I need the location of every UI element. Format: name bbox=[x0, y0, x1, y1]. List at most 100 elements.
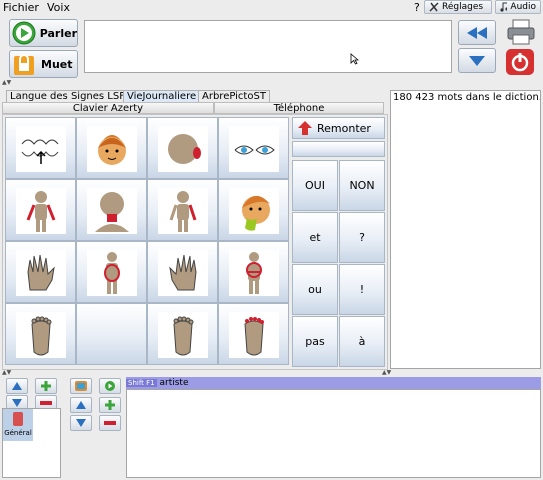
arrow-down-icon bbox=[12, 399, 22, 407]
word-button[interactable]: pas bbox=[292, 316, 338, 367]
mouse-cursor-icon bbox=[350, 53, 359, 65]
hand-left-icon bbox=[16, 250, 66, 296]
splitter-top[interactable]: ▲▼ bbox=[2, 80, 11, 86]
shortcut-list bbox=[126, 389, 541, 478]
rewind-button[interactable] bbox=[458, 20, 496, 45]
tab-bar: Langue des Signes LSF VieJournaliere Arb… bbox=[2, 90, 386, 102]
picto-cell[interactable] bbox=[5, 241, 76, 303]
eyes-icon bbox=[229, 126, 279, 172]
power-icon bbox=[506, 49, 534, 75]
tab-lsf[interactable]: Langue des Signes LSF bbox=[6, 90, 129, 102]
body-side-icon bbox=[158, 188, 208, 234]
picto-cell[interactable] bbox=[147, 303, 218, 365]
arrow-down-icon bbox=[469, 55, 485, 66]
picto-cell-empty[interactable] bbox=[76, 303, 147, 365]
subheader-phone[interactable]: Téléphone bbox=[214, 102, 384, 114]
ear-icon bbox=[158, 126, 208, 172]
word-down-button[interactable] bbox=[70, 415, 92, 431]
play-icon bbox=[12, 21, 36, 45]
belly-icon bbox=[87, 250, 137, 296]
back-button[interactable]: Remonter bbox=[292, 117, 385, 139]
plus-icon bbox=[105, 400, 115, 410]
audio-label: Audio bbox=[510, 2, 536, 12]
menu-help[interactable]: ? bbox=[414, 1, 420, 14]
tab-arbrepictost[interactable]: ArbrePictoST bbox=[198, 90, 270, 102]
picto-cell[interactable] bbox=[218, 241, 289, 303]
printer-icon bbox=[507, 19, 535, 45]
word-up-button[interactable] bbox=[70, 397, 92, 413]
speak-button[interactable]: Parler bbox=[9, 19, 78, 47]
picto-cell[interactable] bbox=[147, 179, 218, 241]
add-button[interactable] bbox=[35, 378, 57, 394]
picto-cell[interactable] bbox=[218, 117, 289, 179]
category-icon bbox=[75, 381, 87, 391]
rewind-icon bbox=[467, 26, 487, 39]
subheader-keyboard[interactable]: Clavier Azerty bbox=[2, 102, 214, 114]
tab-viejournaliere[interactable]: VieJournaliere bbox=[123, 90, 201, 102]
word-button[interactable]: OUI bbox=[292, 160, 338, 211]
picto-cell[interactable] bbox=[76, 117, 147, 179]
picto-cell[interactable] bbox=[218, 179, 289, 241]
word-slot-empty[interactable] bbox=[292, 141, 385, 157]
settings-icon bbox=[429, 2, 439, 12]
shortcut-row[interactable]: Shift F1 artiste bbox=[126, 377, 541, 389]
body-arms-icon bbox=[16, 188, 66, 234]
picto-cell[interactable] bbox=[147, 241, 218, 303]
picto-cell[interactable] bbox=[5, 179, 76, 241]
scroll-down-button[interactable] bbox=[458, 48, 496, 73]
word-button[interactable]: ou bbox=[292, 264, 338, 315]
shortcut-word: artiste bbox=[159, 378, 189, 388]
picto-cell[interactable] bbox=[218, 303, 289, 365]
back-label: Remonter bbox=[317, 121, 371, 135]
shortcut-key: Shift F1 bbox=[126, 379, 157, 387]
foot-left-icon bbox=[16, 312, 66, 358]
settings-button[interactable]: Réglages bbox=[424, 0, 492, 14]
settings-label: Réglages bbox=[442, 2, 484, 12]
foot-right-icon bbox=[158, 312, 208, 358]
pictogram-grid: Remonter OUI NON et ? ou ! pas à bbox=[2, 114, 388, 370]
word-button[interactable]: à bbox=[339, 316, 385, 367]
text-input-area[interactable] bbox=[84, 20, 452, 73]
minus-icon bbox=[104, 421, 116, 425]
sick-face-icon bbox=[229, 188, 279, 234]
music-note-icon bbox=[500, 2, 508, 12]
picto-cell[interactable] bbox=[147, 117, 218, 179]
splitter-bottom[interactable]: ▲▼ bbox=[2, 370, 11, 376]
face-icon bbox=[87, 126, 137, 172]
dictionary-status: 180 423 mots dans le diction... bbox=[393, 92, 540, 103]
speak-label: Parler bbox=[39, 26, 77, 40]
arrow-down-icon bbox=[76, 419, 86, 427]
play-button[interactable] bbox=[99, 378, 121, 394]
picto-cell[interactable] bbox=[5, 303, 76, 365]
print-button[interactable] bbox=[505, 18, 537, 46]
arrow-up-icon bbox=[298, 121, 312, 135]
menu-bar: Fichier Voix ? Réglages Audio bbox=[0, 0, 543, 15]
splitter-grid[interactable]: ▲▼ bbox=[382, 370, 391, 376]
menu-voix[interactable]: Voix bbox=[47, 1, 70, 14]
belly-front-icon bbox=[229, 250, 279, 296]
toes-icon bbox=[229, 312, 279, 358]
arrow-up-icon bbox=[76, 401, 86, 409]
neck-icon bbox=[87, 188, 137, 234]
move-up-button[interactable] bbox=[6, 378, 28, 394]
plus-icon bbox=[41, 381, 51, 391]
category-item[interactable]: Général bbox=[3, 409, 33, 441]
play-icon bbox=[105, 381, 115, 391]
word-add-button[interactable] bbox=[99, 397, 121, 413]
arrow-up-icon bbox=[12, 382, 22, 390]
word-button[interactable]: ! bbox=[339, 264, 385, 315]
word-button[interactable]: et bbox=[292, 212, 338, 263]
picto-cell[interactable] bbox=[76, 241, 147, 303]
word-button[interactable]: NON bbox=[339, 160, 385, 211]
mute-button[interactable]: Muet bbox=[9, 50, 78, 78]
category-icon-button[interactable] bbox=[70, 378, 92, 394]
audio-button[interactable]: Audio bbox=[495, 0, 541, 14]
quit-button[interactable] bbox=[505, 48, 535, 76]
bookmark-icon bbox=[13, 412, 23, 426]
picto-cell[interactable] bbox=[76, 179, 147, 241]
dictionary-panel: 180 423 mots dans le diction... bbox=[390, 90, 541, 369]
word-button[interactable]: ? bbox=[339, 212, 385, 263]
word-remove-button[interactable] bbox=[99, 415, 121, 431]
menu-fichier[interactable]: Fichier bbox=[3, 1, 39, 14]
picto-cell[interactable] bbox=[5, 117, 76, 179]
